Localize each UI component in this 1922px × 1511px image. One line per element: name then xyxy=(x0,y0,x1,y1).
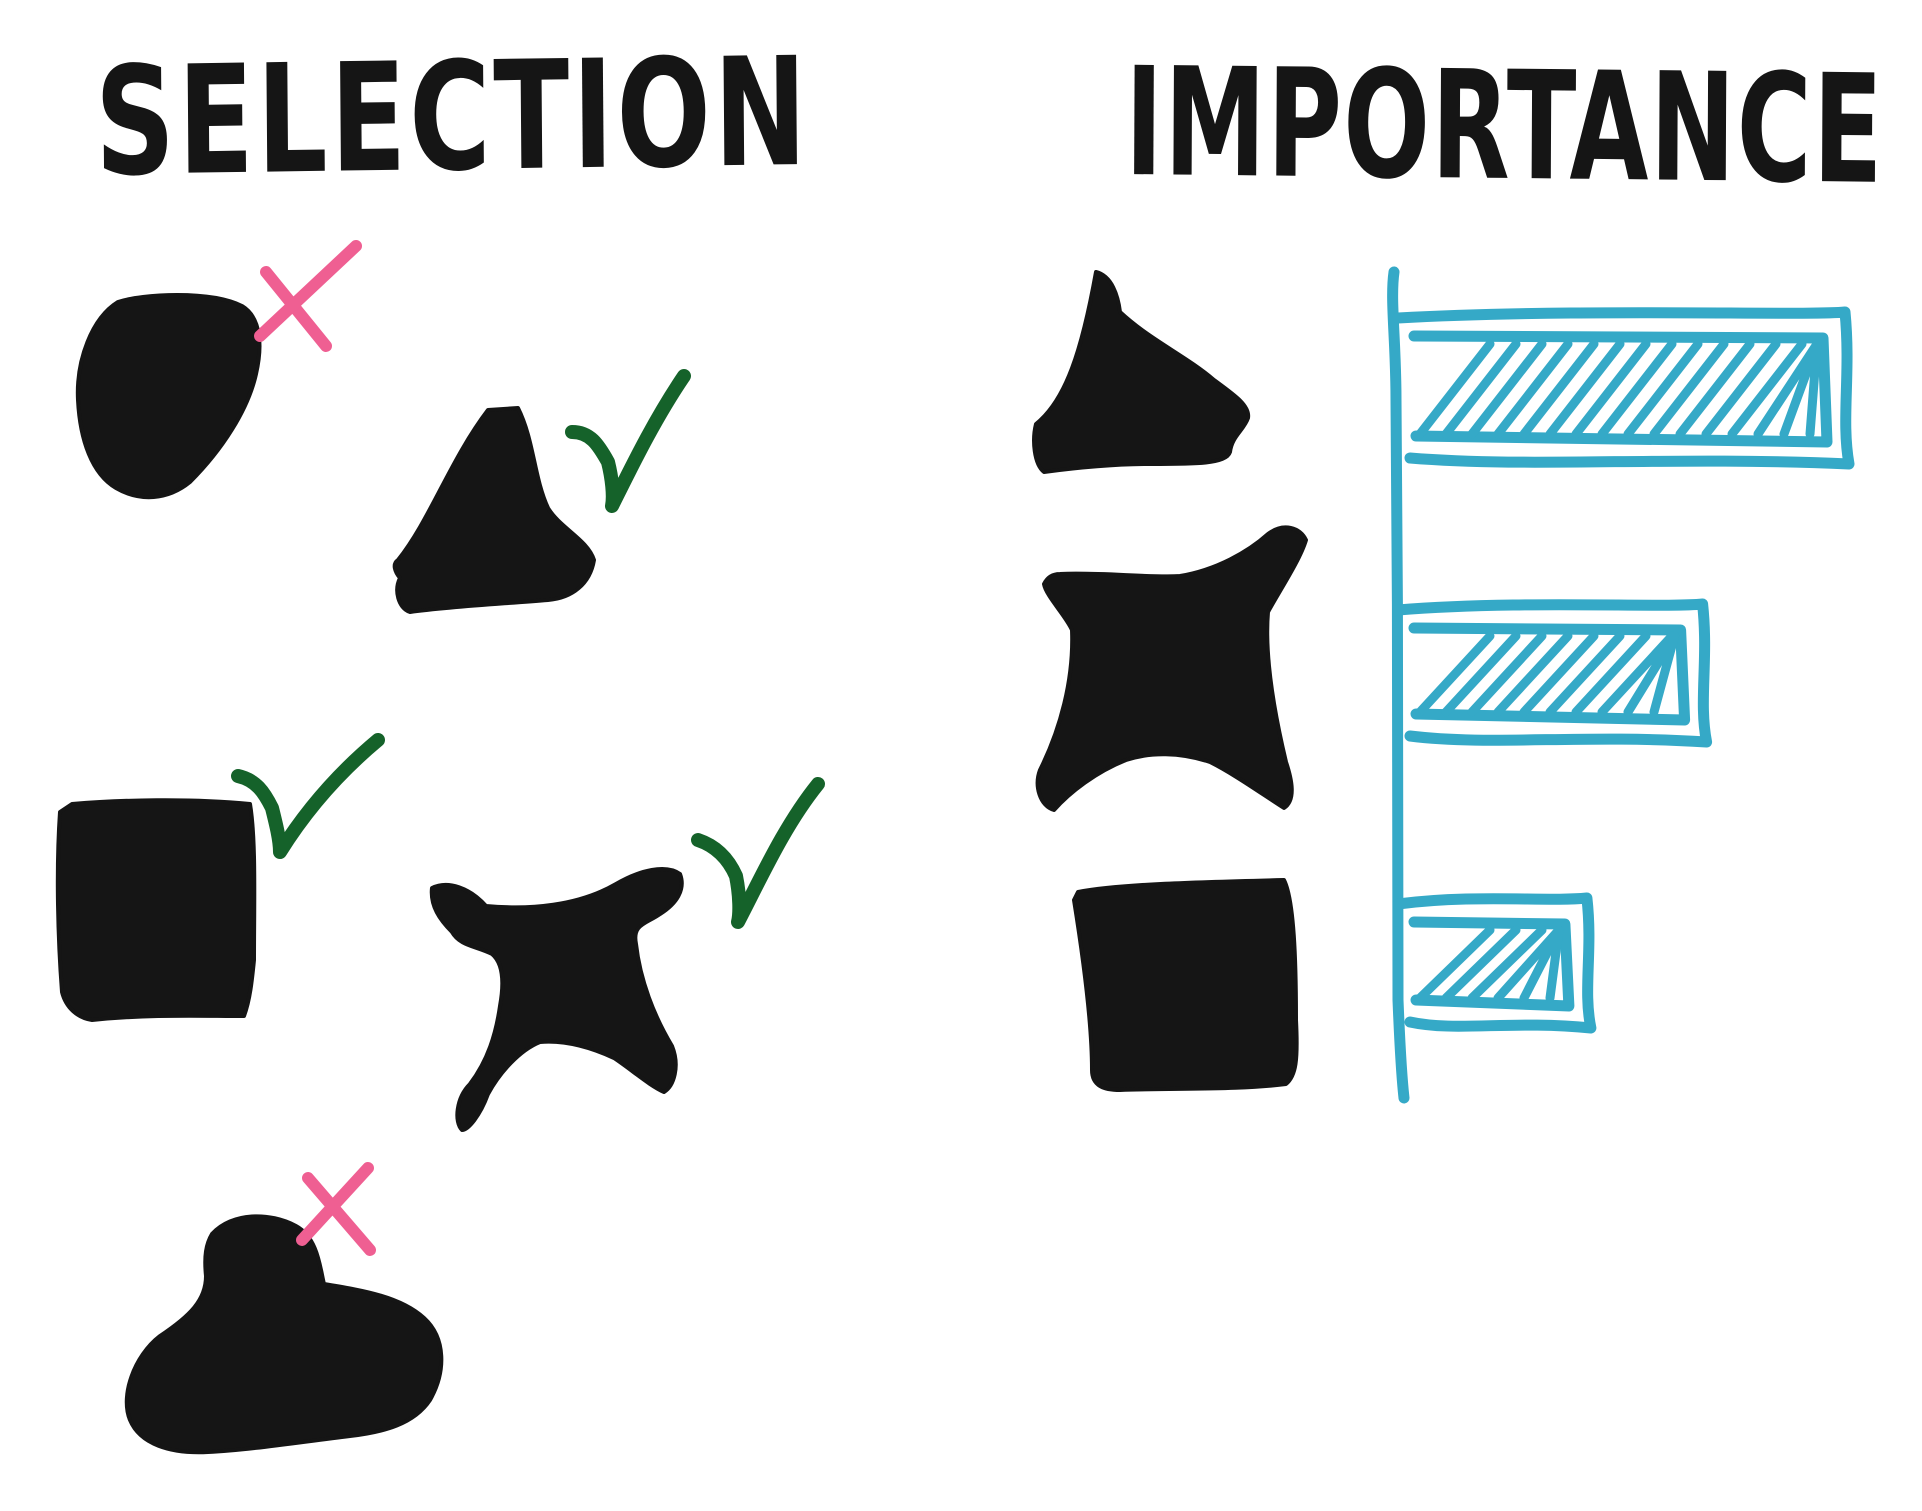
diagram-canvas: SELECTION IMPORTANCE xyxy=(0,0,1922,1511)
importance-star-shape xyxy=(1035,525,1308,812)
importance-panel xyxy=(1032,266,1855,1104)
bar-hatch xyxy=(1415,631,1680,717)
selection-item-triangle xyxy=(392,369,691,614)
importance-bar-four-point-star xyxy=(1392,598,1713,748)
bar-hatch xyxy=(1415,925,1564,1003)
square-shape xyxy=(55,798,257,1022)
importance-bar-chart xyxy=(1387,266,1855,1104)
selection-item-hat xyxy=(124,1162,444,1455)
diagram-svg xyxy=(55,240,1855,1455)
approve-check-icon xyxy=(565,369,691,513)
selection-panel xyxy=(55,240,825,1455)
approve-check-icon xyxy=(691,777,825,929)
importance-bar-square xyxy=(1392,892,1597,1034)
star-shape xyxy=(429,867,684,1132)
circle-blob-shape xyxy=(75,293,262,500)
chart-axis-line xyxy=(1387,266,1410,1104)
reject-cross-icon xyxy=(254,240,362,352)
approve-check-icon xyxy=(231,733,385,859)
hat-blob-shape xyxy=(124,1214,444,1455)
importance-square-shape xyxy=(1072,878,1299,1092)
importance-bar-triangle xyxy=(1392,306,1855,470)
importance-triangle-shape xyxy=(1032,270,1251,474)
selection-item-star xyxy=(429,777,825,1132)
selection-item-circle xyxy=(75,240,362,500)
reject-cross-icon xyxy=(296,1162,376,1256)
selection-item-square xyxy=(55,733,385,1022)
triangle-shape xyxy=(392,406,596,614)
bar-hatch xyxy=(1415,339,1822,439)
